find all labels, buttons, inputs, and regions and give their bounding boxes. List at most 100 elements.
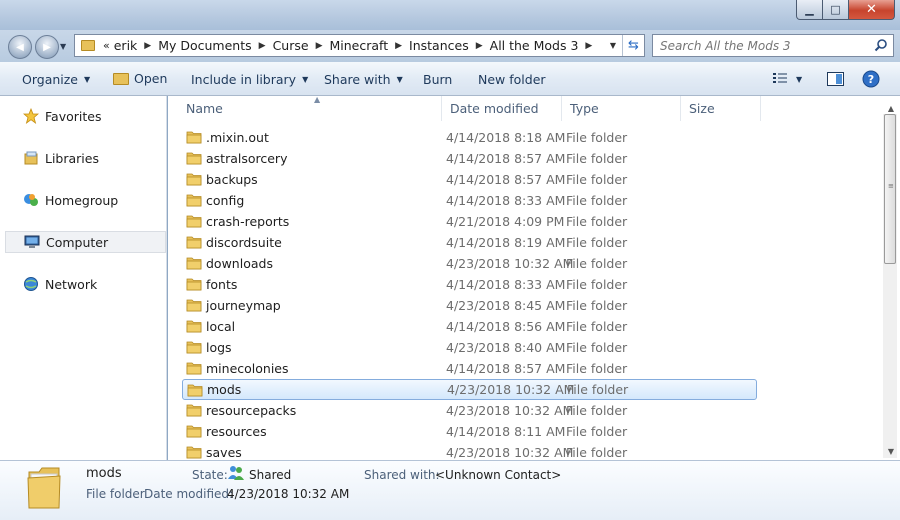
- table-row[interactable]: downloads 4/23/2018 10:32 AM File folder: [182, 253, 757, 274]
- table-row[interactable]: saves 4/23/2018 10:32 AM File folder: [182, 442, 757, 460]
- breadcrumb-item[interactable]: My Documents: [158, 38, 251, 53]
- search-box: [652, 34, 894, 57]
- chevron-right-icon[interactable]: ▶: [476, 41, 483, 51]
- folder-icon: [187, 384, 203, 397]
- maximize-icon: □: [830, 3, 841, 16]
- sidebar-item-label: Network: [45, 276, 98, 292]
- file-date: 4/23/2018 10:32 AM: [447, 382, 575, 397]
- table-row[interactable]: resourcepacks 4/23/2018 10:32 AM File fold…: [182, 400, 757, 421]
- search-input[interactable]: [660, 38, 865, 53]
- table-row[interactable]: mods 4/23/2018 10:32 AM File folder: [182, 379, 757, 400]
- back-button[interactable]: ◀: [8, 35, 32, 59]
- column-header-date[interactable]: Date modified: [442, 96, 562, 121]
- breadcrumb-item[interactable]: All the Mods 3: [490, 38, 579, 53]
- file-name: resourcepacks: [206, 403, 297, 418]
- file-date: 4/14/2018 8:57 AM: [446, 172, 566, 187]
- minimize-button[interactable]: ▁: [796, 0, 823, 20]
- column-header-label: Date modified: [450, 101, 539, 116]
- chevron-right-icon[interactable]: ▶: [144, 41, 151, 51]
- file-name: discordsuite: [206, 235, 282, 250]
- svg-text:?: ?: [868, 73, 874, 86]
- sidebar-item-label: Favorites: [45, 108, 102, 124]
- vertical-scrollbar[interactable]: ≡: [883, 114, 897, 458]
- chevron-right-icon[interactable]: ▶: [395, 41, 402, 51]
- file-type: File folder: [566, 424, 628, 439]
- table-row[interactable]: config 4/14/2018 8:33 AM File folder: [182, 190, 757, 211]
- share-with-menu[interactable]: Share with ▼: [324, 72, 403, 87]
- burn-button[interactable]: Burn: [423, 72, 452, 87]
- scroll-down-arrow[interactable]: ▼: [888, 447, 894, 456]
- address-bar[interactable]: « erik ▶ My Documents ▶ Curse ▶ Minecraft ▶ …: [74, 34, 645, 57]
- table-row[interactable]: resources 4/14/2018 8:11 AM File folder: [182, 421, 757, 442]
- include-in-library-menu[interactable]: Include in library ▼: [191, 72, 308, 87]
- sidebar-item-label: Libraries: [45, 150, 99, 166]
- table-row[interactable]: .mixin.out 4/14/2018 8:18 AM File folder: [182, 127, 757, 148]
- chevron-down-icon[interactable]: ▼: [796, 75, 802, 84]
- new-folder-button[interactable]: New folder: [478, 72, 546, 87]
- sidebar-item-computer[interactable]: Computer: [5, 231, 166, 253]
- column-header-name[interactable]: ▲ Name: [178, 96, 442, 121]
- open-button[interactable]: Open: [113, 71, 167, 86]
- details-file-type: File folder: [86, 487, 145, 501]
- sidebar-item-favorites[interactable]: Favorites: [5, 105, 166, 127]
- file-type: File folder: [566, 130, 628, 145]
- table-row[interactable]: astralsorcery 4/14/2018 8:57 AM File folde…: [182, 148, 757, 169]
- scroll-up-arrow[interactable]: ▲: [888, 104, 894, 113]
- file-name: saves: [206, 445, 242, 460]
- homegroup-icon: [24, 194, 38, 206]
- recent-pages-dropdown[interactable]: ▼: [60, 42, 70, 52]
- breadcrumb-item[interactable]: Instances: [409, 38, 469, 53]
- chevron-right-icon[interactable]: ▶: [259, 41, 266, 51]
- table-row[interactable]: fonts 4/14/2018 8:33 AM File folder: [182, 274, 757, 295]
- include-in-library-label: Include in library: [191, 72, 297, 87]
- forward-button[interactable]: ▶: [35, 35, 59, 59]
- refresh-button[interactable]: ⇆: [622, 35, 644, 56]
- chevron-right-icon[interactable]: ▶: [316, 41, 323, 51]
- file-date: 4/21/2018 4:09 PM: [446, 214, 565, 229]
- column-header-type[interactable]: Type: [562, 96, 681, 121]
- details-state-label: State:: [192, 468, 228, 482]
- folder-icon: [27, 467, 61, 509]
- preview-pane-button[interactable]: [827, 72, 844, 86]
- chevron-right-icon[interactable]: ▶: [585, 41, 592, 51]
- change-view-button[interactable]: ▼: [772, 72, 802, 86]
- column-header-label: Size: [689, 101, 715, 116]
- preview-pane-icon: [827, 72, 844, 86]
- window-controls: ▁ □ ✕: [796, 0, 895, 20]
- table-row[interactable]: crash-reports 4/21/2018 4:09 PM File folde…: [182, 211, 757, 232]
- folder-icon: [186, 173, 202, 186]
- refresh-icon: ⇆: [628, 38, 639, 53]
- table-row[interactable]: minecolonies 4/14/2018 8:57 AM File folder: [182, 358, 757, 379]
- file-name: astralsorcery: [206, 151, 288, 166]
- maximize-button[interactable]: □: [823, 0, 849, 20]
- chevron-down-icon[interactable]: ▼: [610, 41, 616, 50]
- close-button[interactable]: ✕: [849, 0, 895, 20]
- scrollbar-thumb[interactable]: ≡: [884, 114, 896, 264]
- help-button[interactable]: ?: [862, 70, 880, 88]
- file-type: File folder: [566, 193, 628, 208]
- column-header-size[interactable]: Size: [681, 96, 761, 121]
- sidebar-item-network[interactable]: Network: [5, 273, 166, 295]
- breadcrumb-item[interactable]: Minecraft: [329, 38, 388, 53]
- file-type: File folder: [566, 403, 628, 418]
- table-row[interactable]: logs 4/23/2018 8:40 AM File folder: [182, 337, 757, 358]
- sidebar-item-libraries[interactable]: Libraries: [5, 147, 166, 169]
- file-date: 4/14/2018 8:57 AM: [446, 361, 566, 376]
- folder-icon: [186, 215, 202, 228]
- organize-menu[interactable]: Organize ▼: [22, 72, 90, 87]
- table-row[interactable]: journeymap 4/23/2018 8:45 AM File folder: [182, 295, 757, 316]
- table-row[interactable]: backups 4/14/2018 8:57 AM File folder: [182, 169, 757, 190]
- navigation-pane: Favorites Libraries Homegroup Computer N…: [0, 96, 167, 460]
- table-row[interactable]: local 4/14/2018 8:56 AM File folder: [182, 316, 757, 337]
- breadcrumb-item[interactable]: Curse: [273, 38, 309, 53]
- breadcrumb-overflow[interactable]: «: [103, 39, 110, 52]
- breadcrumb-item[interactable]: erik: [114, 38, 138, 53]
- file-name: downloads: [206, 256, 273, 271]
- table-row[interactable]: discordsuite 4/14/2018 8:19 AM File folder: [182, 232, 757, 253]
- chevron-down-icon: ▼: [302, 75, 309, 84]
- sidebar-item-label: Homegroup: [45, 192, 119, 208]
- search-icon[interactable]: [874, 38, 888, 52]
- file-name: resources: [206, 424, 267, 439]
- sidebar-item-homegroup[interactable]: Homegroup: [5, 189, 166, 211]
- file-list: ▲ Name Date modified Type Size .mixin.ou…: [168, 96, 900, 460]
